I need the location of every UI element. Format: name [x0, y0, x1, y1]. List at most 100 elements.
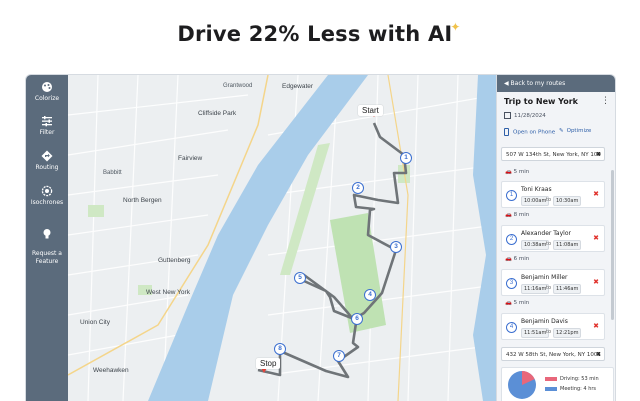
route-stop-marker[interactable]: 3 [390, 241, 402, 253]
headline-text: Drive 22% Less with AI [177, 22, 453, 46]
end-address-text: 432 W 58th St, New York, NY 1001 [506, 352, 601, 358]
sidebar-item-filter[interactable]: Filter [26, 115, 68, 137]
start-marker-label: Start [358, 105, 383, 116]
stop-number: 2 [506, 234, 517, 245]
optimize-label: Optimize [566, 128, 592, 134]
route-stop-marker[interactable]: 6 [351, 313, 363, 325]
drive-time: 🚗 8 min [505, 212, 529, 218]
sidebar-item-routing[interactable]: Routing [26, 150, 68, 172]
drive-time-text: 8 min [513, 212, 530, 218]
trip-date-text: 11/28/2024 [514, 113, 546, 119]
map-label: Edgewater [282, 83, 314, 90]
stop-end-time[interactable]: 10:30am [553, 196, 582, 206]
end-address-field[interactable]: 432 W 58th St, New York, NY 1001 ✖ [501, 347, 605, 361]
sidebar: Colorize Filter Routing Isochrones Reque… [26, 75, 68, 401]
stop-name: Toni Kraas [521, 186, 552, 193]
remove-stop-icon[interactable]: ✖ [593, 234, 599, 242]
to-label: to [546, 329, 552, 335]
legend-meeting-text: Meeting: 4 hrs [560, 386, 597, 392]
trip-title: Trip to New York [504, 97, 578, 106]
car-icon: 🚗 [505, 256, 512, 262]
headline: Drive 22% Less with AI✦ [0, 20, 640, 46]
route-stop-marker[interactable]: 5 [294, 272, 306, 284]
legend-meeting: Meeting: 4 hrs [545, 386, 596, 392]
stop-end-time[interactable]: 11:46am [553, 284, 582, 294]
optimize-button[interactable]: ✎ Optimize [559, 128, 591, 134]
sparkle-icon: ✦ [450, 20, 461, 34]
route-stop-marker[interactable]: 2 [352, 182, 364, 194]
remove-stop-icon[interactable]: ✖ [593, 322, 599, 330]
route-stop-marker[interactable]: 8 [274, 343, 286, 355]
sliders-icon [42, 116, 52, 127]
app-window: Colorize Filter Routing Isochrones Reque… [25, 74, 616, 401]
route-stop-marker[interactable]: 7 [333, 350, 345, 362]
stop-number: 3 [506, 278, 517, 289]
stop-marker-label: Stop [256, 358, 281, 369]
route-stop-marker[interactable]: 4 [364, 289, 376, 301]
trip-summary: Driving: 53 min Meeting: 4 hrs [501, 367, 614, 401]
stop-card[interactable]: 4 Benjamin Davis 11:51am to 12:21pm ✖ [501, 313, 605, 340]
stop-end-time[interactable]: 12:21pm [553, 328, 582, 338]
remove-stop-icon[interactable]: ✖ [593, 278, 599, 286]
map-label: Babbitt [103, 170, 122, 176]
to-label: to [546, 241, 552, 247]
start-address-field[interactable]: 507 W 134th St, New York, NY 100 ✖ [501, 147, 605, 161]
clear-start-icon[interactable]: ✖ [596, 148, 601, 160]
isochrone-icon [41, 185, 53, 197]
drive-time: 🚗 6 min [505, 256, 529, 262]
car-icon: 🚗 [505, 212, 512, 218]
map-label: Cliffside Park [198, 110, 237, 117]
stop-card[interactable]: 3 Benjamin Miller 11:16am to 11:46am ✖ [501, 269, 605, 296]
map-label: Fairview [178, 155, 203, 162]
sidebar-item-colorize[interactable]: Colorize [26, 81, 68, 103]
sidebar-item-label: Isochrones [30, 199, 64, 206]
drive-time: 🚗 5 min [505, 169, 529, 175]
map-label: Grantwood [223, 83, 253, 89]
sidebar-item-isochrones[interactable]: Isochrones [26, 185, 68, 207]
map-label: Weehawken [93, 367, 129, 374]
more-options-icon[interactable]: ⋮ [601, 96, 610, 106]
clear-end-icon[interactable]: ✖ [596, 348, 601, 360]
stop-number: 4 [506, 322, 517, 333]
open-on-phone-label: Open on Phone [513, 129, 556, 136]
map-label: West New York [146, 289, 190, 296]
routing-icon [41, 150, 53, 162]
phone-icon [504, 128, 509, 136]
stop-end-time[interactable]: 11:08am [553, 240, 582, 250]
map-label: North Bergen [123, 197, 162, 204]
back-to-routes-button[interactable]: ◀ Back to my routes [497, 75, 615, 92]
calendar-icon [504, 112, 511, 119]
stop-number: 1 [506, 190, 517, 201]
sidebar-item-label: Routing [35, 164, 59, 171]
palette-icon [42, 82, 52, 92]
lightbulb-icon [43, 229, 51, 239]
stop-name: Benjamin Davis [521, 318, 568, 325]
drive-time: 🚗 5 min [505, 300, 529, 306]
stop-name: Benjamin Miller [521, 274, 568, 281]
car-icon: 🚗 [505, 169, 512, 175]
panel-scrollbar[interactable] [611, 170, 614, 320]
sidebar-item-label: Request a Feature [32, 250, 62, 265]
trip-actions: Open on Phone ✎ Optimize [504, 128, 610, 139]
route-stop-marker[interactable]: 1 [400, 152, 412, 164]
sidebar-item-label: Filter [39, 129, 55, 136]
magic-wand-icon: ✎ [559, 128, 564, 134]
drive-time-text: 6 min [513, 256, 530, 262]
map-label: Guttenberg [158, 257, 191, 264]
legend-driving-text: Driving: 53 min [560, 376, 599, 382]
map-label: Union City [80, 319, 110, 326]
trip-date: 11/28/2024 [504, 112, 546, 119]
open-on-phone-button[interactable]: Open on Phone [504, 128, 555, 136]
stop-card[interactable]: 2 Alexander Taylor 10:38am to 11:08am ✖ [501, 225, 605, 252]
route-panel: ◀ Back to my routes Trip to New York ⋮ 1… [496, 75, 615, 401]
to-label: to [546, 197, 552, 203]
stop-name: Alexander Taylor [521, 230, 571, 237]
legend-swatch [545, 386, 557, 391]
sidebar-item-request-feature[interactable]: Request a Feature [26, 220, 68, 266]
stop-card[interactable]: 1 Toni Kraas 10:00am to 10:30am ✖ [501, 181, 605, 208]
remove-stop-icon[interactable]: ✖ [593, 190, 599, 198]
car-icon: 🚗 [505, 300, 512, 306]
time-pie-chart [508, 371, 536, 399]
sidebar-item-label: Colorize [34, 95, 60, 102]
map-view[interactable]: Edgewater Grantwood Cliffside Park Fairv… [68, 75, 496, 401]
